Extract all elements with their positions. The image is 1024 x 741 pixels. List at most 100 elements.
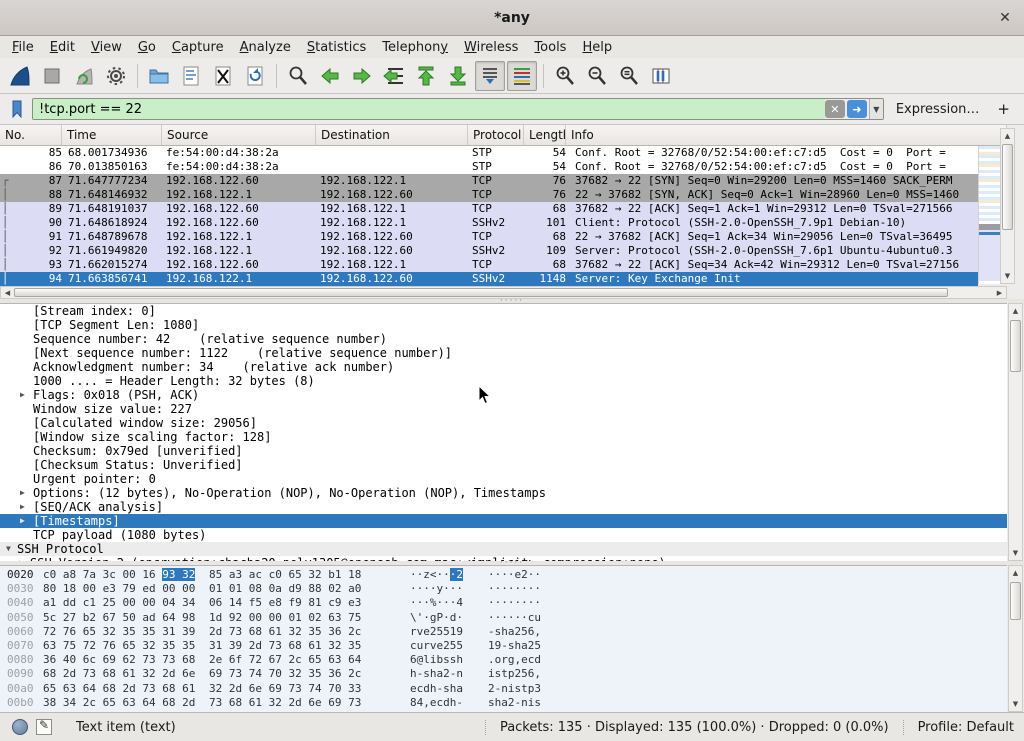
scroll-up-icon[interactable]: ▲ xyxy=(1009,566,1022,580)
detail-line[interactable]: ▶Flags: 0x018 (PSH, ACK) xyxy=(0,388,1007,402)
restart-capture-button[interactable] xyxy=(69,61,99,91)
menu-tools[interactable]: Tools xyxy=(526,38,574,57)
menu-capture[interactable]: Capture xyxy=(164,38,232,57)
packet-row-86[interactable]: 8670.013850163fe:54:00:d4:38:2aSTP54Conf… xyxy=(0,160,978,174)
column-no[interactable]: No. xyxy=(0,125,62,145)
detail-line[interactable]: [TCP Segment Len: 1080] xyxy=(0,318,1007,332)
packet-list-vscrollbar[interactable]: ▲ ▼ xyxy=(1000,128,1015,284)
packet-list-minimap[interactable] xyxy=(978,146,1000,284)
hex-row-00a0[interactable]: 00a065 63 64 68 2d 73 68 6132 2d 6e 69 7… xyxy=(0,682,1007,696)
detail-line[interactable]: Urgent pointer: 0 xyxy=(0,472,1007,486)
hex-row-0040[interactable]: 0040a1 dd c1 25 00 00 04 3406 14 f5 e8 f… xyxy=(0,596,1007,610)
find-packet-button[interactable] xyxy=(283,61,313,91)
detail-line[interactable]: Window size value: 227 xyxy=(0,402,1007,416)
column-destination[interactable]: Destination xyxy=(316,125,468,145)
column-info[interactable]: Info xyxy=(566,125,1007,145)
hex-row-0060[interactable]: 006072 76 65 32 35 35 31 392d 73 68 61 3… xyxy=(0,625,1007,639)
filter-clear-button[interactable]: ✕ xyxy=(825,100,845,118)
menu-help[interactable]: Help xyxy=(574,38,620,57)
display-filter-input[interactable] xyxy=(33,99,825,119)
scroll-left-icon[interactable]: ◀ xyxy=(1,287,14,298)
packet-row-91[interactable]: │9171.648789678192.168.122.1192.168.122.… xyxy=(0,230,978,244)
hex-row-0080[interactable]: 008036 40 6c 69 62 73 73 682e 6f 72 67 2… xyxy=(0,653,1007,667)
menu-analyze[interactable]: Analyze xyxy=(232,38,299,57)
detail-line[interactable]: ▶[Timestamps] xyxy=(0,514,1007,528)
detail-line[interactable]: [Stream index: 0] xyxy=(0,304,1007,318)
scroll-thumb[interactable] xyxy=(1010,320,1021,372)
detail-line[interactable]: Acknowledgment number: 34 (relative ack … xyxy=(0,360,1007,374)
bytes-vscrollbar[interactable]: ▲ ▼ xyxy=(1008,565,1023,712)
go-to-packet-button[interactable] xyxy=(379,61,409,91)
detail-line[interactable]: Sequence number: 42 (relative sequence n… xyxy=(0,332,1007,346)
close-icon[interactable]: ✕ xyxy=(996,9,1014,27)
expand-icon[interactable]: ▶ xyxy=(20,514,25,528)
detail-line[interactable]: ▶[SEQ/ACK analysis] xyxy=(0,500,1007,514)
filter-bookmark-button[interactable] xyxy=(6,98,28,120)
detail-line[interactable]: Checksum: 0x79ed [unverified] xyxy=(0,444,1007,458)
menu-statistics[interactable]: Statistics xyxy=(299,38,374,57)
packet-row-88[interactable]: │8871.648146932192.168.122.1192.168.122.… xyxy=(0,188,978,202)
status-profile[interactable]: Profile: Default xyxy=(903,720,1014,735)
expert-info-icon[interactable] xyxy=(12,719,28,735)
packet-row-93[interactable]: │9371.662015274192.168.122.60192.168.122… xyxy=(0,258,978,272)
reload-file-button[interactable] xyxy=(240,61,270,91)
expand-icon[interactable]: ▶ xyxy=(20,388,25,402)
expand-icon[interactable]: ▶ xyxy=(20,486,25,500)
auto-scroll-toggle[interactable] xyxy=(475,61,505,91)
column-protocol[interactable]: Protocol xyxy=(468,125,524,145)
start-capture-button[interactable] xyxy=(5,61,35,91)
menu-edit[interactable]: Edit xyxy=(42,38,83,57)
resize-columns-button[interactable] xyxy=(646,61,676,91)
menu-file[interactable]: File xyxy=(4,38,42,57)
details-vscrollbar[interactable]: ▲ ▼ xyxy=(1008,303,1023,561)
zoom-in-button[interactable] xyxy=(550,61,580,91)
detail-line[interactable]: [Checksum Status: Unverified] xyxy=(0,458,1007,472)
filter-dropdown-caret[interactable]: ▼ xyxy=(869,98,883,120)
hex-row-0050[interactable]: 00505c 27 b2 67 50 ad 64 981d 92 00 00 0… xyxy=(0,611,1007,625)
menu-telephony[interactable]: Telephony xyxy=(374,38,456,57)
packet-row-94[interactable]: │9471.663856741192.168.122.1192.168.122.… xyxy=(0,272,978,286)
close-file-button[interactable] xyxy=(208,61,238,91)
colorize-toggle[interactable] xyxy=(507,61,537,91)
column-time[interactable]: Time xyxy=(62,125,162,145)
go-to-top-button[interactable] xyxy=(411,61,441,91)
save-file-button[interactable] xyxy=(176,61,206,91)
packet-row-92[interactable]: │9271.661949820192.168.122.1192.168.122.… xyxy=(0,244,978,258)
scroll-thumb[interactable] xyxy=(14,288,948,297)
stop-capture-button[interactable] xyxy=(37,61,67,91)
detail-line[interactable]: [Next sequence number: 1122 (relative se… xyxy=(0,346,1007,360)
open-file-button[interactable] xyxy=(144,61,174,91)
capture-comment-icon[interactable] xyxy=(36,719,52,735)
expand-icon[interactable]: ▶ xyxy=(20,500,25,514)
column-length[interactable]: Length xyxy=(524,125,566,145)
scroll-up-icon[interactable]: ▲ xyxy=(1001,129,1014,143)
title-bar[interactable]: *any ✕ xyxy=(0,0,1024,36)
scroll-thumb[interactable] xyxy=(1010,582,1021,620)
column-source[interactable]: Source xyxy=(162,125,316,145)
hex-row-0030[interactable]: 003080 18 00 e3 79 ed 00 0001 01 08 0a d… xyxy=(0,582,1007,596)
filter-add-button[interactable]: + xyxy=(997,100,1010,118)
menu-view[interactable]: View xyxy=(83,38,130,57)
detail-line[interactable]: TCP payload (1080 bytes) xyxy=(0,528,1007,542)
detail-line[interactable]: ▶Options: (12 bytes), No-Operation (NOP)… xyxy=(0,486,1007,500)
zoom-out-button[interactable] xyxy=(582,61,612,91)
packet-row-87[interactable]: ┌8771.647777234192.168.122.60192.168.122… xyxy=(0,174,978,188)
capture-options-button[interactable] xyxy=(101,61,131,91)
scroll-thumb[interactable] xyxy=(1002,144,1013,230)
collapse-icon[interactable]: ▼ xyxy=(6,542,11,556)
hex-row-0090[interactable]: 009068 2d 73 68 61 32 2d 6e69 73 74 70 3… xyxy=(0,667,1007,681)
menu-wireless[interactable]: Wireless xyxy=(456,38,526,57)
packet-row-89[interactable]: │8971.648191037192.168.122.60192.168.122… xyxy=(0,202,978,216)
hex-row-0070[interactable]: 007063 75 72 76 65 32 35 3531 39 2d 73 6… xyxy=(0,639,1007,653)
scroll-right-icon[interactable]: ▶ xyxy=(993,287,1006,298)
scroll-up-icon[interactable]: ▲ xyxy=(1009,304,1022,318)
zoom-100-button[interactable] xyxy=(614,61,644,91)
scroll-down-icon[interactable]: ▼ xyxy=(1001,269,1014,283)
hex-row-0020[interactable]: 0020c0 a8 7a 3c 00 16 93 3285 a3 ac c0 6… xyxy=(0,568,1007,582)
detail-line[interactable]: [Window size scaling factor: 128] xyxy=(0,430,1007,444)
packet-row-90[interactable]: │9071.648618924192.168.122.60192.168.122… xyxy=(0,216,978,230)
expression-button[interactable]: Expression… xyxy=(896,102,980,117)
hex-row-00b0[interactable]: 00b038 34 2c 65 63 64 68 2d73 68 61 32 2… xyxy=(0,696,1007,710)
scroll-down-icon[interactable]: ▼ xyxy=(1009,546,1022,560)
packet-row-85[interactable]: 8568.001734936fe:54:00:d4:38:2aSTP54Conf… xyxy=(0,146,978,160)
